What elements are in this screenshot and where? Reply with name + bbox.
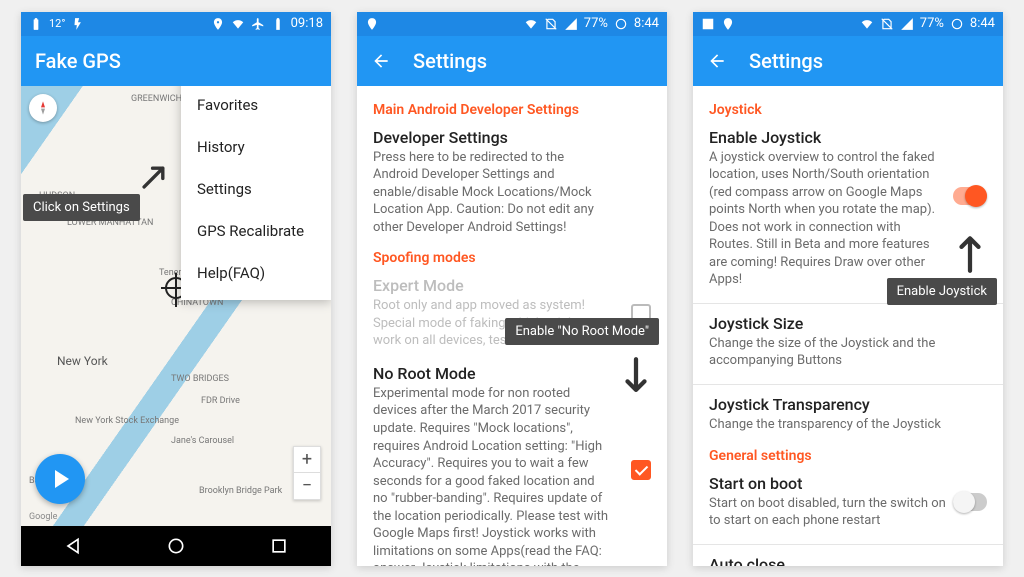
place-nyse: New York Stock Exchange bbox=[75, 416, 179, 426]
enable-joystick-sub: A joystick overview to control the faked… bbox=[709, 149, 947, 289]
back-arrow-icon[interactable] bbox=[707, 51, 727, 71]
menu-settings[interactable]: Settings bbox=[181, 168, 331, 210]
location-off-icon bbox=[721, 17, 735, 31]
joystick-size-sub: Change the size of the Joystick and the … bbox=[709, 335, 947, 370]
no-root-sub: Experimental mode for non rooted devices… bbox=[373, 385, 611, 566]
item-auto-close[interactable]: Auto close Auto close is off, switch on … bbox=[709, 555, 987, 566]
no-root-checkbox[interactable] bbox=[631, 460, 651, 480]
item-no-root-mode[interactable]: No Root Mode Experimental mode for non r… bbox=[373, 364, 651, 566]
app-bar: Settings bbox=[357, 36, 667, 86]
no-root-title: No Root Mode bbox=[373, 364, 611, 383]
no-sim-icon bbox=[544, 17, 558, 31]
wifi-icon bbox=[860, 17, 874, 31]
status-bar: 77% 8:44 bbox=[357, 12, 667, 36]
zoom-controls: + − bbox=[293, 446, 321, 500]
item-developer-settings[interactable]: Developer Settings Press here to be redi… bbox=[373, 128, 651, 237]
section-general: General settings bbox=[709, 448, 987, 464]
screen-title: Settings bbox=[413, 49, 487, 73]
wifi-icon bbox=[231, 17, 245, 31]
app-bar: Settings bbox=[693, 36, 1003, 86]
phone-fakegps-map: 12° 09:18 Fake GPS GREENWICH VILLAGE HUD… bbox=[21, 12, 331, 566]
enable-joystick-switch[interactable] bbox=[953, 187, 987, 205]
place-newyork: New York bbox=[57, 354, 108, 368]
place-bk: Brooklyn Bridge Park bbox=[199, 486, 282, 496]
battery-pct: 77% bbox=[920, 16, 944, 31]
status-bar: 77% 8:44 bbox=[693, 12, 1003, 36]
callout-arrow-icon bbox=[139, 158, 173, 192]
flash-icon bbox=[71, 17, 85, 31]
phone-settings-joystick: 77% 8:44 Settings Joystick Enable Joysti… bbox=[693, 12, 1003, 566]
start-on-boot-switch[interactable] bbox=[953, 493, 987, 511]
battery-ring-icon bbox=[950, 17, 964, 31]
google-attribution: Google bbox=[29, 512, 57, 522]
airplane-icon bbox=[251, 17, 265, 31]
app-title: Fake GPS bbox=[35, 49, 121, 73]
battery2-icon bbox=[271, 17, 285, 31]
screen-title: Settings bbox=[749, 49, 823, 73]
tooltip-enable-no-root: Enable "No Root Mode" bbox=[505, 318, 659, 345]
divider bbox=[693, 544, 1003, 545]
menu-favorites[interactable]: Favorites bbox=[181, 86, 331, 126]
nav-back-icon[interactable] bbox=[63, 536, 83, 556]
tooltip-click-settings: Click on Settings bbox=[23, 194, 140, 221]
app-bar: Fake GPS bbox=[21, 36, 331, 86]
callout-arrow-down-icon bbox=[619, 354, 653, 402]
image-icon bbox=[701, 17, 715, 31]
enable-joystick-title: Enable Joystick bbox=[709, 128, 947, 147]
settings-list[interactable]: Joystick Enable Joystick A joystick over… bbox=[693, 86, 1003, 566]
compass-button[interactable] bbox=[29, 94, 57, 122]
item-joystick-transparency[interactable]: Joystick Transparency Change the transpa… bbox=[709, 395, 987, 434]
signal-icon bbox=[564, 17, 578, 31]
phone-settings-spoofing: 77% 8:44 Settings Main Android Developer… bbox=[357, 12, 667, 566]
menu-gps-recalibrate[interactable]: GPS Recalibrate bbox=[181, 210, 331, 252]
clock: 8:44 bbox=[634, 16, 659, 31]
android-navbar bbox=[21, 526, 331, 566]
overflow-menu: Routes Favorites History Settings GPS Re… bbox=[181, 86, 331, 300]
menu-history[interactable]: History bbox=[181, 126, 331, 168]
place-fdr: FDR Drive bbox=[201, 396, 240, 406]
battery-icon bbox=[29, 17, 43, 31]
place-janes: Jane's Carousel bbox=[171, 436, 234, 446]
item-start-on-boot[interactable]: Start on boot Start on boot disabled, tu… bbox=[709, 474, 987, 530]
section-joystick: Joystick bbox=[709, 102, 987, 118]
clock: 8:44 bbox=[970, 16, 995, 31]
settings-list[interactable]: Main Android Developer Settings Develope… bbox=[357, 86, 667, 566]
menu-help-faq[interactable]: Help(FAQ) bbox=[181, 252, 331, 294]
start-on-boot-title: Start on boot bbox=[709, 474, 947, 493]
callout-arrow-up-icon bbox=[953, 228, 987, 276]
joystick-transparency-sub: Change the transparency of the Joystick bbox=[709, 416, 947, 434]
place-two-bridges: TWO BRIDGES bbox=[171, 374, 229, 384]
nav-recent-icon[interactable] bbox=[269, 536, 289, 556]
play-fab[interactable] bbox=[35, 454, 85, 504]
temperature: 12° bbox=[49, 17, 65, 30]
battery-pct: 77% bbox=[584, 16, 608, 31]
wifi-icon bbox=[524, 17, 538, 31]
location-off-icon bbox=[365, 17, 379, 31]
section-developer: Main Android Developer Settings bbox=[373, 102, 651, 118]
expert-mode-title: Expert Mode bbox=[373, 276, 611, 295]
zoom-out-button[interactable]: − bbox=[294, 473, 320, 499]
developer-settings-title: Developer Settings bbox=[373, 128, 611, 147]
joystick-size-title: Joystick Size bbox=[709, 314, 947, 333]
joystick-transparency-title: Joystick Transparency bbox=[709, 395, 947, 414]
status-bar: 12° 09:18 bbox=[21, 12, 331, 36]
item-joystick-size[interactable]: Joystick Size Change the size of the Joy… bbox=[709, 314, 987, 370]
start-on-boot-sub: Start on boot disabled, turn the switch … bbox=[709, 495, 947, 530]
tooltip-enable-joystick: Enable Joystick bbox=[887, 278, 997, 305]
battery-ring-icon bbox=[614, 17, 628, 31]
no-sim-icon bbox=[880, 17, 894, 31]
clock: 09:18 bbox=[291, 16, 323, 31]
divider bbox=[693, 384, 1003, 385]
auto-close-title: Auto close bbox=[709, 555, 947, 566]
item-enable-joystick[interactable]: Enable Joystick A joystick overview to c… bbox=[709, 128, 987, 289]
location-icon bbox=[211, 17, 225, 31]
signal-icon bbox=[900, 17, 914, 31]
section-spoofing: Spoofing modes bbox=[373, 250, 651, 266]
back-arrow-icon[interactable] bbox=[371, 51, 391, 71]
developer-settings-sub: Press here to be redirected to the Andro… bbox=[373, 149, 611, 237]
map-view[interactable]: GREENWICH VILLAGE HUDSON LOWER MANHATTAN… bbox=[21, 86, 331, 526]
zoom-in-button[interactable]: + bbox=[294, 447, 320, 473]
nav-home-icon[interactable] bbox=[166, 536, 186, 556]
